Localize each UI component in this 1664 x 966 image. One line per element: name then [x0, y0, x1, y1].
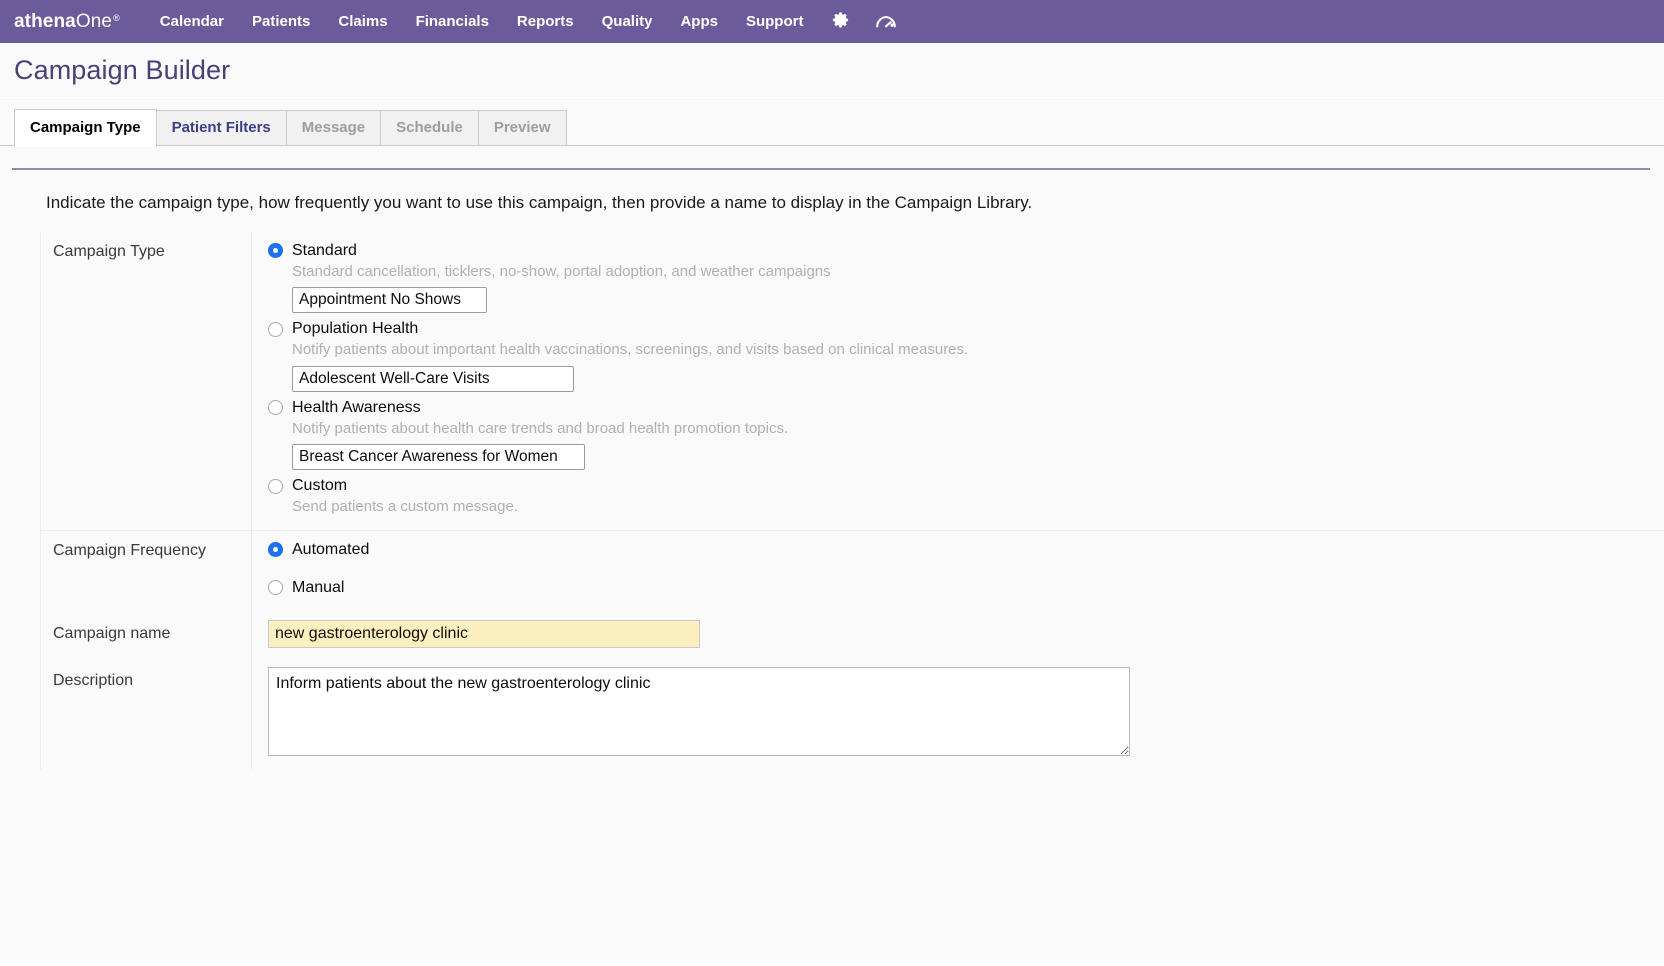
page-title: Campaign Builder	[14, 55, 231, 85]
population-health-dropdown-wrap[interactable]: Adolescent Well-Care Visits	[292, 365, 574, 392]
radio-desc-custom: Send patients a custom message.	[292, 498, 518, 516]
radio-row-health-awareness[interactable]: Health Awareness	[268, 398, 1664, 418]
tab-schedule[interactable]: Schedule	[380, 109, 479, 146]
health-awareness-dropdown-wrap[interactable]: Breast Cancer Awareness for Women	[292, 444, 585, 471]
nav-link-financials[interactable]: Financials	[416, 13, 489, 30]
form-row-campaign-name: Campaign name	[40, 607, 1664, 657]
form-row-description: Description Inform patients about the ne…	[40, 656, 1664, 770]
gear-icon[interactable]	[828, 10, 852, 34]
campaign-type-label: Campaign Type	[53, 242, 165, 260]
description-field-cell: Inform patients about the new gastroente…	[252, 657, 1664, 770]
population-health-dropdown[interactable]: Adolescent Well-Care Visits	[292, 365, 574, 392]
nav-link-patients[interactable]: Patients	[252, 13, 310, 30]
radio-custom[interactable]	[268, 478, 283, 494]
radio-row-standard[interactable]: Standard	[268, 241, 1664, 261]
standard-dropdown-wrap[interactable]: Appointment No Shows	[292, 287, 487, 314]
brand-bold-text: athena	[14, 10, 76, 32]
tab-message[interactable]: Message	[285, 109, 382, 146]
campaign-form: Campaign Type Standard Standard cancella…	[0, 231, 1664, 770]
radio-row-population-health[interactable]: Population Health	[268, 319, 1664, 339]
campaign-name-field-cell	[252, 608, 1664, 657]
form-label-cell: Campaign name	[40, 607, 252, 657]
nav-link-support[interactable]: Support	[746, 13, 804, 30]
tab-strip: Campaign Type Patient Filters Message Sc…	[0, 108, 1664, 147]
tab-campaign-type[interactable]: Campaign Type	[14, 108, 157, 147]
campaign-type-field-cell: Standard Standard cancellation, ticklers…	[252, 232, 1664, 530]
nav-link-reports[interactable]: Reports	[517, 13, 574, 30]
radio-automated[interactable]	[268, 542, 283, 558]
tab-patient-filters[interactable]: Patient Filters	[155, 109, 287, 146]
radio-population-health[interactable]	[268, 321, 283, 337]
tab-strip-container: Campaign Type Patient Filters Message Sc…	[0, 97, 1664, 147]
description-label: Description	[53, 671, 134, 689]
top-navigation-bar: athena One ® Calendar Patients Claims Fina…	[0, 0, 1664, 43]
campaign-frequency-field-cell: Automated Manual	[252, 531, 1664, 608]
description-textarea[interactable]: Inform patients about the new gastroente…	[268, 666, 1130, 756]
radio-row-automated[interactable]: Automated	[268, 540, 1664, 560]
registered-mark: ®	[113, 12, 120, 23]
radio-row-custom[interactable]: Custom	[268, 476, 1664, 496]
radio-standard[interactable]	[268, 243, 283, 259]
radio-manual[interactable]	[268, 580, 283, 596]
health-awareness-dropdown[interactable]: Breast Cancer Awareness for Women	[292, 444, 585, 471]
radio-desc-standard: Standard cancellation, ticklers, no-show…	[292, 262, 831, 280]
page-title-bar: Campaign Builder	[0, 43, 1664, 98]
form-label-cell: Description	[40, 656, 252, 770]
campaign-name-input[interactable]	[268, 619, 700, 648]
form-row-campaign-type: Campaign Type Standard Standard cancella…	[40, 231, 1664, 531]
content-bottom-spacer	[0, 769, 1664, 960]
radio-desc-population-health: Notify patients about important health v…	[292, 341, 969, 359]
instructions-text: Indicate the campaign type, how frequent…	[46, 192, 1033, 212]
radio-label-custom[interactable]: Custom	[292, 476, 347, 496]
campaign-name-label: Campaign name	[53, 624, 171, 642]
radio-row-manual[interactable]: Manual	[268, 578, 1664, 598]
tab-preview[interactable]: Preview	[477, 109, 567, 146]
athenaone-logo[interactable]: athena One ®	[14, 11, 120, 33]
nav-link-apps[interactable]: Apps	[680, 13, 718, 30]
nav-link-calendar[interactable]: Calendar	[160, 13, 224, 30]
radio-label-health-awareness[interactable]: Health Awareness	[292, 398, 421, 418]
form-label-cell: Campaign Frequency	[40, 530, 252, 608]
nav-link-claims[interactable]: Claims	[338, 13, 387, 30]
brand-light-text: One	[75, 10, 113, 32]
radio-label-manual[interactable]: Manual	[292, 578, 344, 598]
gauge-icon[interactable]	[874, 10, 898, 34]
campaign-frequency-label: Campaign Frequency	[53, 541, 206, 559]
radio-label-population-health[interactable]: Population Health	[292, 319, 418, 339]
radio-label-standard[interactable]: Standard	[292, 241, 357, 261]
nav-link-quality[interactable]: Quality	[602, 13, 653, 30]
radio-label-automated[interactable]: Automated	[292, 540, 369, 560]
radio-desc-health-awareness: Notify patients about health care trends…	[292, 419, 789, 437]
radio-health-awareness[interactable]	[268, 400, 283, 416]
form-row-campaign-frequency: Campaign Frequency Automated Manual	[40, 530, 1664, 608]
standard-dropdown[interactable]: Appointment No Shows	[292, 287, 487, 314]
main-content: Indicate the campaign type, how frequent…	[0, 145, 1664, 960]
form-label-cell: Campaign Type	[40, 231, 252, 530]
